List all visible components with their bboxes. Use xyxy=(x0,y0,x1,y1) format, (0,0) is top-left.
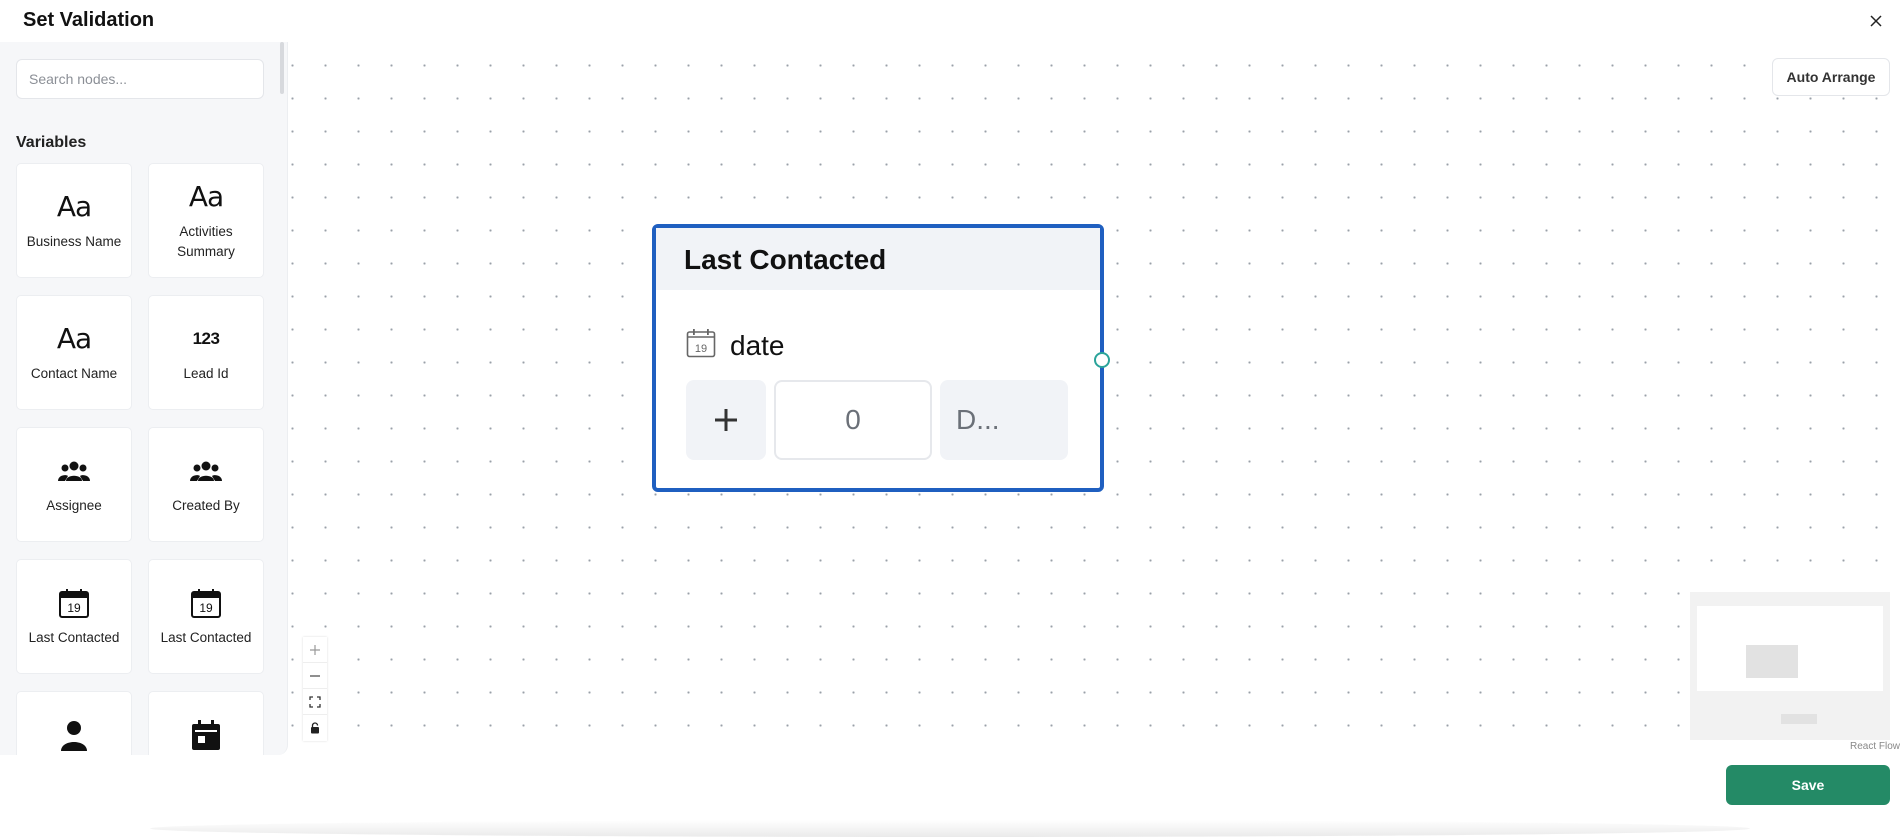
variable-card-assignee[interactable]: Assignee xyxy=(16,427,132,542)
calendar-event-icon xyxy=(191,718,221,752)
fit-view-icon xyxy=(309,695,321,708)
users-group-icon xyxy=(58,454,90,488)
variable-label: Activities Summary xyxy=(177,223,235,259)
dialog-header: Set Validation xyxy=(0,0,1902,42)
set-validation-dialog: Set Validation Variables Aa Business Nam… xyxy=(0,0,1902,837)
minus-icon xyxy=(310,674,320,677)
calendar-19-icon: 19 xyxy=(190,586,222,620)
svg-text:19: 19 xyxy=(695,343,707,355)
variable-card-activities-summary[interactable]: Aa Activities Summary xyxy=(148,163,264,278)
person-icon xyxy=(59,718,89,752)
offset-unit-select[interactable]: D... xyxy=(940,380,1068,460)
variable-label: Business Name xyxy=(26,233,122,249)
minimap-node xyxy=(1781,714,1817,724)
variable-card-last-contacted-2[interactable]: 19 Last Contacted xyxy=(148,559,264,674)
variable-label: Created By xyxy=(172,497,240,513)
number-123-icon: 123 xyxy=(192,328,220,348)
minimap[interactable] xyxy=(1690,592,1890,740)
add-subtract-toggle-button[interactable] xyxy=(686,380,766,460)
node-sidebar: Variables Aa Business Name Aa Activities… xyxy=(0,42,288,755)
node-type-label: date xyxy=(730,329,785,361)
search-nodes-input[interactable] xyxy=(16,59,264,99)
zoom-in-button[interactable] xyxy=(303,637,327,663)
variables-grid: Aa Business Name Aa Activities Summary A… xyxy=(16,163,264,755)
calendar-icon: 19 xyxy=(686,328,716,363)
lock-toggle-button[interactable] xyxy=(303,715,327,741)
svg-text:19: 19 xyxy=(199,601,213,615)
bottom-shadow xyxy=(150,820,1750,837)
lock-icon xyxy=(311,722,319,734)
minimap-viewport xyxy=(1697,606,1883,691)
variable-label: Assignee xyxy=(46,497,102,513)
variable-label: Last Contacted xyxy=(160,629,252,645)
dialog-title: Set Validation xyxy=(23,9,155,31)
react-flow-attribution[interactable]: React Flow xyxy=(1850,741,1900,752)
variable-card-contact-name[interactable]: Aa Contact Name xyxy=(16,295,132,410)
plus-icon xyxy=(310,644,320,655)
plus-icon xyxy=(715,409,737,431)
node-type-row: 19 date xyxy=(686,328,785,363)
variable-card-last-contacted[interactable]: 19 Last Contacted xyxy=(16,559,132,674)
users-group-icon xyxy=(190,454,222,488)
variable-label: Contact Name xyxy=(30,365,118,381)
variables-section-label: Variables xyxy=(16,134,87,151)
variable-label: Lead Id xyxy=(183,365,229,381)
close-icon xyxy=(1870,14,1882,27)
variable-card-person[interactable] xyxy=(16,691,132,755)
save-button[interactable]: Save xyxy=(1726,765,1890,805)
text-aa-icon: Aa xyxy=(56,190,92,223)
text-aa-icon: Aa xyxy=(188,180,224,213)
calendar-19-icon: 19 xyxy=(58,586,90,620)
node-output-handle[interactable] xyxy=(1094,352,1110,368)
variable-card-calendar-event[interactable] xyxy=(148,691,264,755)
variable-label: Last Contacted xyxy=(28,629,120,645)
minimap-node xyxy=(1746,645,1798,678)
offset-amount-input[interactable] xyxy=(774,380,932,460)
date-offset-controls: D... xyxy=(686,380,1068,460)
node-title: Last Contacted xyxy=(656,228,1100,290)
sidebar-scrollbar[interactable] xyxy=(280,42,284,94)
variable-card-lead-id[interactable]: 123 Lead Id xyxy=(148,295,264,410)
flow-node-last-contacted[interactable]: Last Contacted 19 date D... xyxy=(652,224,1110,492)
text-aa-icon: Aa xyxy=(56,322,92,355)
zoom-controls xyxy=(303,637,327,741)
variable-card-created-by[interactable]: Created By xyxy=(148,427,264,542)
svg-text:19: 19 xyxy=(67,601,81,615)
zoom-out-button[interactable] xyxy=(303,663,327,689)
fit-view-button[interactable] xyxy=(303,689,327,715)
close-button[interactable] xyxy=(1866,12,1886,32)
variable-card-business-name[interactable]: Aa Business Name xyxy=(16,163,132,278)
auto-arrange-button[interactable]: Auto Arrange xyxy=(1772,58,1890,96)
